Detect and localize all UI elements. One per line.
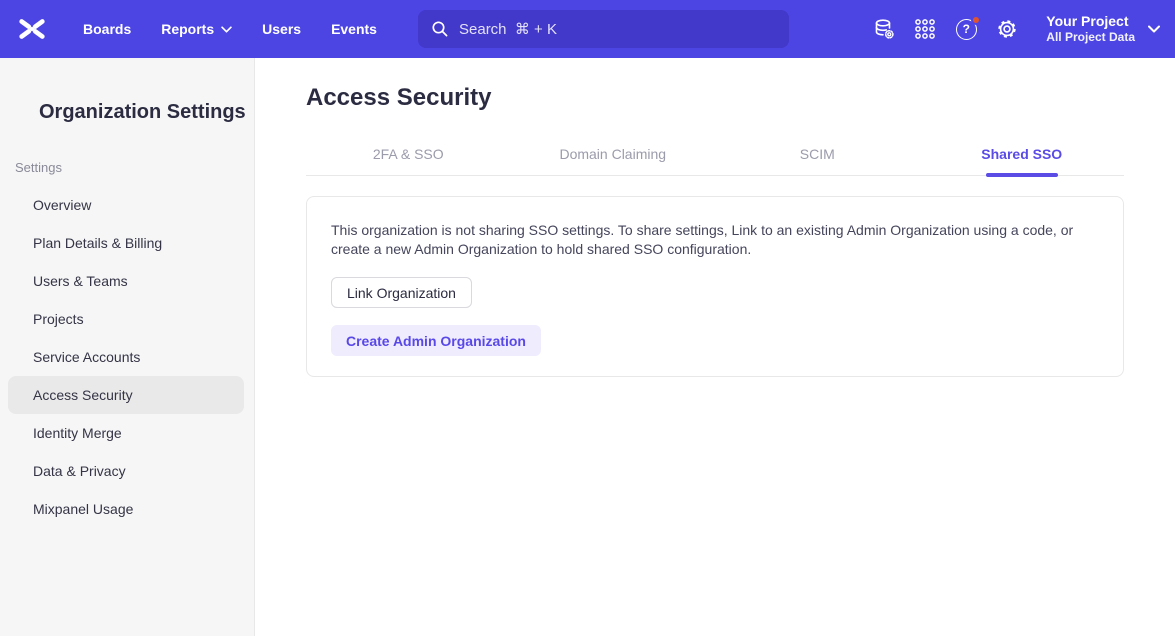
link-organization-button[interactable]: Link Organization <box>331 277 472 308</box>
tab-label: 2FA & SSO <box>373 146 444 162</box>
mixpanel-logo-icon[interactable] <box>17 15 47 43</box>
sidebar-item-users-teams[interactable]: Users & Teams <box>8 262 244 300</box>
tab-2fa-sso[interactable]: 2FA & SSO <box>306 143 511 175</box>
chevron-down-icon <box>1148 25 1160 33</box>
sidebar-section-label: Settings <box>15 160 254 175</box>
shared-sso-description: This organization is not sharing SSO set… <box>331 221 1091 259</box>
apps-grid-icon[interactable] <box>913 17 937 41</box>
active-tab-underline <box>986 173 1058 177</box>
nav-item-label: Events <box>331 21 377 37</box>
sidebar-item-overview[interactable]: Overview <box>8 186 244 224</box>
tab-label: Domain Claiming <box>559 146 666 162</box>
global-search[interactable] <box>418 10 789 48</box>
sidebar-item-access-security[interactable]: Access Security <box>8 376 244 414</box>
search-input[interactable] <box>418 10 789 48</box>
nav-item-users[interactable]: Users <box>262 21 301 37</box>
tab-shared-sso[interactable]: Shared SSO <box>920 143 1125 175</box>
tab-label: SCIM <box>800 146 835 162</box>
sidebar-item-mixpanel-usage[interactable]: Mixpanel Usage <box>8 490 244 528</box>
sidebar-item-projects[interactable]: Projects <box>8 300 244 338</box>
nav-item-events[interactable]: Events <box>331 21 377 37</box>
project-switcher-text: Your Project All Project Data <box>1046 13 1135 45</box>
nav-item-reports[interactable]: Reports <box>161 21 232 37</box>
sidebar-item-plan-details-billing[interactable]: Plan Details & Billing <box>8 224 244 262</box>
help-icon[interactable]: ? <box>954 17 978 41</box>
navbar-actions: ? Your Project All Project Data <box>872 0 1160 58</box>
search-icon <box>431 20 449 38</box>
tab-scim[interactable]: SCIM <box>715 143 920 175</box>
sidebar-item-service-accounts[interactable]: Service Accounts <box>8 338 244 376</box>
nav-item-label: Reports <box>161 21 214 37</box>
top-navbar: Boards Reports Users Events <box>0 0 1175 58</box>
project-data-scope: All Project Data <box>1046 30 1135 45</box>
project-switcher[interactable]: Your Project All Project Data <box>1046 13 1160 45</box>
data-management-icon[interactable] <box>872 17 896 41</box>
tab-label: Shared SSO <box>981 146 1062 162</box>
notification-dot <box>971 15 981 25</box>
sidebar-item-data-privacy[interactable]: Data & Privacy <box>8 452 244 490</box>
sidebar-item-identity-merge[interactable]: Identity Merge <box>8 414 244 452</box>
settings-gear-icon[interactable] <box>995 17 1019 41</box>
nav-item-label: Users <box>262 21 301 37</box>
page-title: Access Security <box>306 84 1124 112</box>
nav-links: Boards Reports Users Events <box>83 21 377 37</box>
project-name: Your Project <box>1046 13 1135 30</box>
shared-sso-card: This organization is not sharing SSO set… <box>306 196 1124 377</box>
nav-item-boards[interactable]: Boards <box>83 21 131 37</box>
create-admin-organization-button[interactable]: Create Admin Organization <box>331 325 541 356</box>
chevron-down-icon <box>221 26 232 33</box>
main-content: Access Security 2FA & SSO Domain Claimin… <box>256 58 1175 636</box>
sidebar-title: Organization Settings <box>39 101 254 124</box>
access-security-tabs: 2FA & SSO Domain Claiming SCIM Shared SS… <box>306 143 1124 176</box>
nav-item-label: Boards <box>83 21 131 37</box>
settings-sidebar: Organization Settings Settings Overview … <box>0 58 255 636</box>
tab-domain-claiming[interactable]: Domain Claiming <box>511 143 716 175</box>
